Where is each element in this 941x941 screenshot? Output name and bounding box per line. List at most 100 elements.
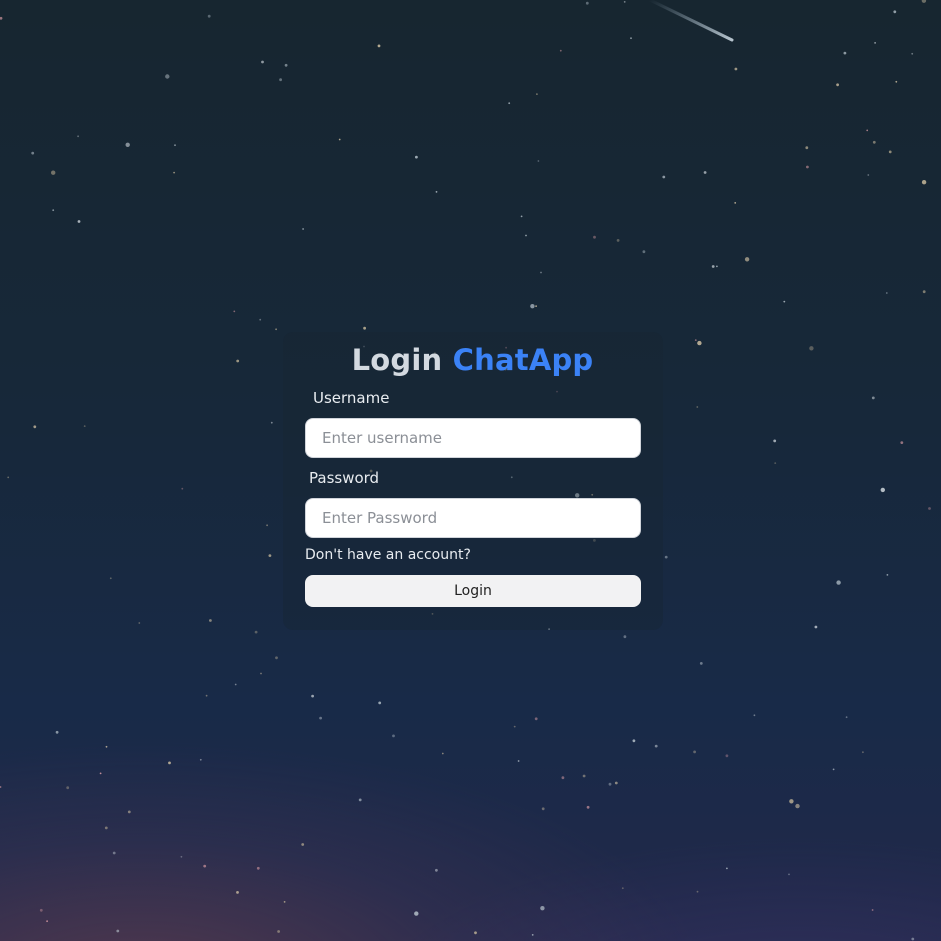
star bbox=[703, 171, 707, 174]
star bbox=[616, 239, 620, 242]
star bbox=[279, 78, 282, 82]
star bbox=[435, 191, 438, 193]
star bbox=[867, 174, 870, 176]
star bbox=[654, 744, 658, 748]
star bbox=[788, 873, 790, 876]
star bbox=[783, 300, 786, 303]
title-brand: ChatApp bbox=[452, 343, 594, 377]
star bbox=[311, 694, 314, 698]
password-label: Password bbox=[309, 469, 380, 487]
star bbox=[623, 1, 626, 3]
star bbox=[888, 150, 892, 154]
star bbox=[180, 855, 183, 858]
star bbox=[696, 890, 699, 893]
star bbox=[911, 937, 915, 941]
star bbox=[561, 776, 565, 780]
star bbox=[127, 810, 131, 814]
star bbox=[921, 180, 927, 185]
star bbox=[109, 577, 112, 580]
star bbox=[586, 805, 590, 809]
star bbox=[843, 51, 847, 55]
star bbox=[699, 662, 703, 665]
star bbox=[632, 739, 636, 743]
star bbox=[814, 625, 818, 629]
star bbox=[259, 318, 262, 321]
star bbox=[392, 734, 395, 738]
star bbox=[7, 476, 10, 479]
star bbox=[711, 265, 715, 268]
star bbox=[39, 908, 43, 912]
login-button[interactable]: Login bbox=[305, 575, 641, 607]
star bbox=[283, 901, 286, 903]
star bbox=[319, 716, 322, 720]
star bbox=[233, 310, 236, 313]
star bbox=[621, 887, 624, 890]
star bbox=[254, 630, 258, 634]
star bbox=[895, 80, 898, 83]
star bbox=[377, 44, 381, 48]
star bbox=[474, 931, 477, 935]
star bbox=[871, 909, 874, 911]
star bbox=[83, 425, 86, 427]
star bbox=[55, 730, 59, 734]
star bbox=[871, 396, 875, 400]
star bbox=[623, 635, 627, 639]
star bbox=[540, 906, 545, 911]
star bbox=[125, 142, 130, 147]
star bbox=[236, 891, 239, 894]
star bbox=[525, 234, 527, 237]
star bbox=[726, 867, 728, 870]
signup-link[interactable]: Don't have an account? bbox=[305, 547, 471, 563]
star bbox=[773, 439, 777, 443]
star bbox=[893, 10, 897, 14]
star bbox=[0, 786, 2, 788]
star bbox=[207, 14, 211, 18]
star bbox=[608, 782, 612, 786]
shooting-star bbox=[648, 0, 734, 42]
star bbox=[513, 725, 516, 728]
star bbox=[530, 304, 535, 309]
star bbox=[165, 74, 170, 79]
star bbox=[662, 175, 666, 179]
star bbox=[268, 554, 272, 557]
star bbox=[358, 798, 362, 802]
star bbox=[900, 441, 904, 444]
star bbox=[168, 761, 171, 765]
title-prefix: Login bbox=[351, 343, 443, 377]
star bbox=[582, 774, 586, 778]
star bbox=[805, 146, 809, 150]
star bbox=[0, 16, 3, 20]
star bbox=[260, 672, 262, 675]
star bbox=[46, 920, 48, 923]
star bbox=[116, 929, 120, 933]
star bbox=[630, 37, 632, 40]
star bbox=[508, 102, 511, 105]
star bbox=[112, 851, 116, 855]
star bbox=[537, 160, 540, 162]
star bbox=[535, 305, 537, 307]
username-label: Username bbox=[313, 389, 390, 407]
star bbox=[261, 60, 264, 64]
star bbox=[789, 799, 794, 804]
password-input[interactable] bbox=[305, 498, 641, 538]
star bbox=[734, 202, 737, 204]
star bbox=[99, 772, 102, 775]
star bbox=[862, 751, 864, 754]
star bbox=[774, 462, 777, 464]
star bbox=[836, 83, 839, 87]
star bbox=[435, 868, 438, 872]
star bbox=[716, 265, 718, 268]
star bbox=[593, 235, 596, 239]
username-input[interactable] bbox=[305, 418, 641, 458]
star bbox=[836, 580, 841, 585]
star bbox=[642, 250, 646, 254]
star bbox=[806, 165, 809, 169]
star bbox=[928, 507, 931, 510]
page-title: Login ChatApp bbox=[0, 343, 941, 377]
star bbox=[105, 745, 108, 748]
star bbox=[664, 555, 668, 559]
star bbox=[734, 67, 738, 71]
star bbox=[866, 129, 869, 132]
star bbox=[725, 754, 729, 758]
star bbox=[536, 93, 538, 95]
